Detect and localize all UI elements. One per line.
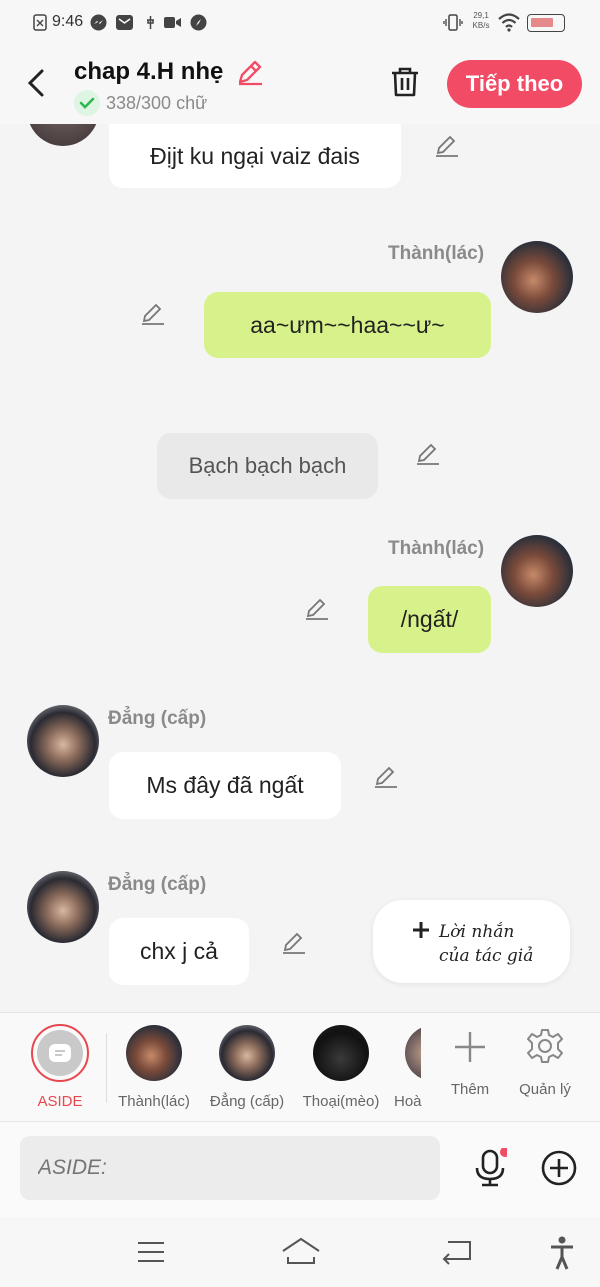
video-icon	[164, 17, 181, 28]
status-bar: 9:46 29,1 KB/s	[0, 0, 600, 46]
next-button[interactable]: Tiếp theo	[447, 60, 582, 108]
message-bubble[interactable]: chx j cả	[109, 918, 249, 985]
file-icon	[33, 14, 47, 31]
vibrate-icon	[443, 14, 463, 31]
add-character-icon[interactable]	[453, 1030, 487, 1064]
edit-message-icon[interactable]	[373, 764, 399, 790]
back-icon[interactable]	[26, 68, 46, 98]
edit-message-icon[interactable]	[281, 930, 307, 956]
edit-title-icon[interactable]	[236, 58, 264, 86]
author-note-label: Lời nhắn của tác giả	[439, 922, 534, 966]
sender-name: Đẳng (cấp)	[108, 708, 207, 729]
character-label: Thành(lác)	[118, 1093, 190, 1110]
network-speed: 29,1 KB/s	[472, 11, 490, 30]
aside-icon	[49, 1044, 71, 1062]
input-bar	[0, 1122, 600, 1217]
word-count: 338/300 chữ	[106, 93, 208, 113]
character-label: Thoại(mèo)	[302, 1093, 380, 1110]
author-note-button[interactable]: Lời nhắn của tác giả	[373, 900, 570, 983]
menu-icon[interactable]	[137, 1241, 165, 1263]
gear-icon[interactable]	[527, 1028, 563, 1064]
character-avatar[interactable]	[313, 1025, 369, 1081]
plus-icon	[413, 922, 429, 938]
character-label: Đẳng (cấp)	[209, 1093, 285, 1110]
home-icon[interactable]	[281, 1237, 321, 1265]
compass-icon	[190, 14, 207, 31]
avatar[interactable]	[501, 535, 573, 607]
accessibility-icon[interactable]	[549, 1236, 575, 1270]
mail-icon	[116, 15, 133, 30]
avatar[interactable]	[27, 871, 99, 943]
wifi-icon	[498, 13, 520, 32]
avatar	[27, 124, 99, 146]
chapter-title: chap 4.H nhẹ	[74, 58, 224, 85]
back-nav-icon[interactable]	[442, 1239, 472, 1265]
character-avatar[interactable]	[126, 1025, 182, 1081]
message-bubble[interactable]: aa~ưm~~haa~~ư~	[204, 292, 491, 358]
avatar[interactable]	[501, 241, 573, 313]
status-time: 9:46	[52, 13, 84, 30]
edit-message-icon[interactable]	[140, 301, 166, 327]
message-bubble[interactable]: Địjt ku ngại vaiz đais	[109, 124, 401, 188]
check-icon	[74, 90, 100, 116]
messenger-icon	[90, 14, 107, 31]
sender-name: Thành(lác)	[388, 243, 485, 264]
character-avatar[interactable]	[405, 1025, 421, 1081]
message-bubble[interactable]: Ms đây đã ngất	[109, 752, 341, 819]
trash-icon[interactable]	[390, 66, 420, 98]
character-bar: ASIDE Thành(lác) Đẳng (cấp) Thoại(mèo) H…	[0, 1012, 600, 1122]
sender-name: Đẳng (cấp)	[108, 874, 207, 895]
edit-message-icon[interactable]	[415, 441, 441, 467]
sender-name: Thành(lác)	[388, 538, 485, 559]
microphone-icon[interactable]	[473, 1148, 507, 1188]
character-avatar[interactable]	[219, 1025, 275, 1081]
character-label: Hoà	[394, 1093, 422, 1110]
editor-header: chap 4.H nhẹ 338/300 chữ Tiếp theo	[0, 46, 600, 124]
add-circle-icon[interactable]	[541, 1150, 577, 1186]
character-label: ASIDE	[37, 1093, 83, 1110]
usb-icon	[147, 16, 154, 29]
avatar[interactable]	[27, 705, 99, 777]
manage-label[interactable]: Quản lý	[495, 1081, 595, 1098]
message-input[interactable]	[20, 1136, 440, 1200]
edit-message-icon[interactable]	[304, 596, 330, 622]
battery-icon	[527, 14, 565, 32]
message-bubble[interactable]: /ngất/	[368, 586, 491, 653]
aside-bubble[interactable]: Bạch bạch bạch	[157, 433, 378, 499]
edit-message-icon[interactable]	[434, 133, 460, 159]
aside-selector[interactable]	[31, 1024, 89, 1082]
system-nav-bar	[0, 1217, 600, 1287]
